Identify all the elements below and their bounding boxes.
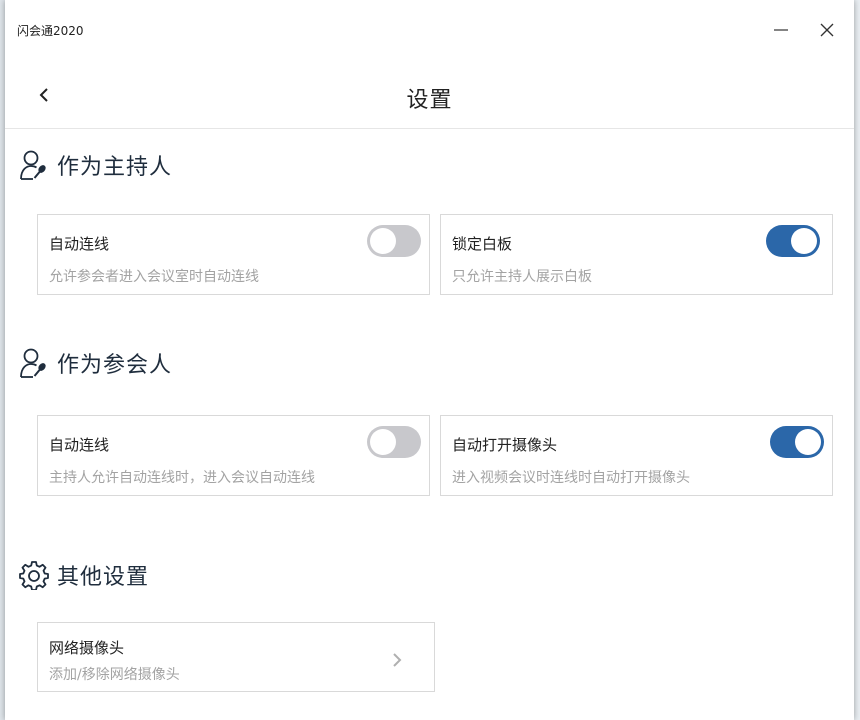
toggle-knob [795, 429, 821, 455]
card-description: 主持人允许自动连线时，进入会议自动连线 [49, 470, 315, 486]
lock-whiteboard-card: 锁定白板 只允许主持人展示白板 [440, 214, 833, 295]
section-participant-title: 作为参会人 [19, 347, 172, 379]
lock-whiteboard-toggle[interactable] [766, 225, 820, 257]
settings-window: 闪会通2020 设置 作为主持人 自动连线 允许参会者进入会议室时自动连线 锁定… [5, 0, 854, 720]
toggle-knob [370, 228, 396, 254]
chevron-right-icon [393, 653, 402, 667]
minimize-icon [774, 29, 788, 31]
minimize-button[interactable] [761, 14, 801, 46]
auto-open-camera-card: 自动打开摄像头 进入视频会议时连线时自动打开摄像头 [440, 415, 833, 496]
card-title: 自动连线 [49, 235, 110, 253]
card-description: 允许参会者进入会议室时自动连线 [49, 269, 259, 285]
close-icon [820, 23, 834, 37]
toggle-knob [370, 429, 396, 455]
section-host-title: 作为主持人 [19, 149, 172, 181]
card-description: 进入视频会议时连线时自动打开摄像头 [452, 470, 690, 486]
auto-open-camera-toggle[interactable] [770, 426, 824, 458]
toggle-knob [791, 228, 817, 254]
user-mic-icon [19, 347, 49, 379]
section-host-label: 作为主持人 [57, 155, 173, 180]
card-title: 锁定白板 [452, 235, 513, 253]
section-other-title: 其他设置 [19, 559, 149, 591]
participant-auto-connect-card: 自动连线 主持人允许自动连线时，进入会议自动连线 [37, 415, 430, 496]
card-description: 只允许主持人展示白板 [452, 269, 592, 285]
page-title: 设置 [406, 88, 453, 113]
card-title: 自动打开摄像头 [452, 436, 558, 454]
desktop-background [854, 0, 860, 720]
card-title: 自动连线 [49, 436, 110, 454]
host-auto-connect-toggle[interactable] [367, 225, 421, 257]
section-participant-label: 作为参会人 [57, 353, 173, 378]
title-bar: 闪会通2020 [5, 0, 854, 60]
app-title: 闪会通2020 [17, 24, 84, 38]
card-title: 网络摄像头 [49, 639, 125, 657]
host-auto-connect-card: 自动连线 允许参会者进入会议室时自动连线 [37, 214, 430, 295]
participant-auto-connect-toggle[interactable] [367, 426, 421, 458]
user-mic-icon [19, 149, 49, 181]
card-description: 添加/移除网络摄像头 [49, 667, 180, 683]
page-header: 设置 [5, 60, 854, 129]
section-other-label: 其他设置 [57, 565, 150, 590]
close-button[interactable] [807, 14, 847, 46]
gear-icon [19, 559, 49, 591]
network-camera-card[interactable]: 网络摄像头 添加/移除网络摄像头 [37, 622, 435, 692]
